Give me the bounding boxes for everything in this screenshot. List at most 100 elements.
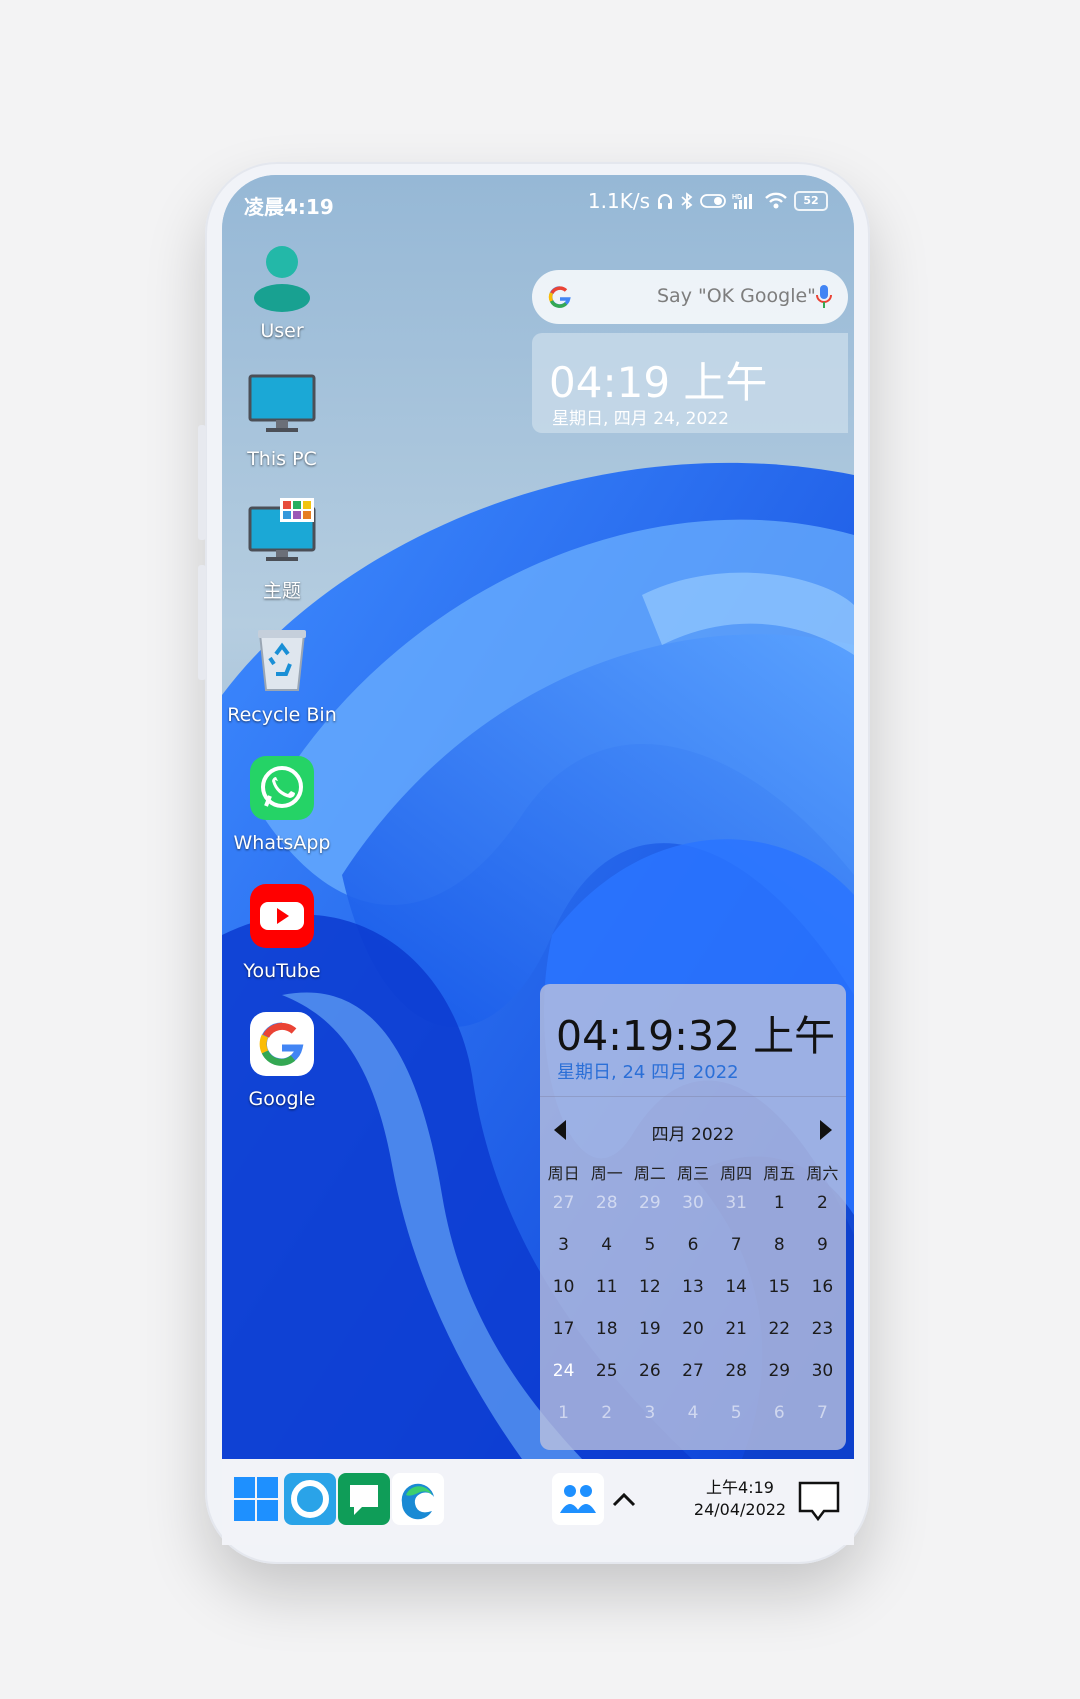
whatsapp-icon: [246, 752, 318, 824]
calendar-day[interactable]: 29: [628, 1182, 671, 1224]
calendar-day-label: 15: [768, 1277, 791, 1297]
calendar-day[interactable]: 28: [715, 1350, 758, 1392]
calendar-day[interactable]: 23: [801, 1308, 844, 1350]
calendar-day[interactable]: 16: [801, 1266, 844, 1308]
calendar-day[interactable]: 31: [715, 1182, 758, 1224]
google-g-icon: [548, 286, 571, 308]
calendar-day-label: 5: [644, 1235, 656, 1255]
messages-icon[interactable]: [338, 1473, 390, 1525]
desktop-icon-this-pc[interactable]: This PC: [222, 368, 342, 470]
desktop-icon-label: YouTube: [243, 960, 321, 982]
wifi-icon: [765, 192, 787, 209]
calendar-day[interactable]: 3: [628, 1392, 671, 1434]
calendar-day[interactable]: 4: [671, 1392, 714, 1434]
desktop-icon-label: This PC: [247, 448, 317, 470]
calendar-day-label: 8: [773, 1235, 785, 1255]
cortana-icon[interactable]: [284, 1473, 336, 1525]
calendar-day[interactable]: 29: [758, 1350, 801, 1392]
calendar-day-label: 28: [595, 1193, 618, 1213]
youtube-icon: [246, 880, 318, 952]
calendar-day[interactable]: 8: [758, 1224, 801, 1266]
desktop-icon-theme[interactable]: 主题: [222, 496, 342, 603]
desktop-icon-recycle-bin[interactable]: Recycle Bin: [222, 624, 342, 726]
calendar-day[interactable]: 26: [628, 1350, 671, 1392]
calendar-day-label: 21: [725, 1319, 747, 1339]
calendar-day-label: 31: [725, 1193, 747, 1213]
calendar-day-label: 30: [811, 1361, 834, 1381]
calendar-day[interactable]: 5: [628, 1224, 671, 1266]
calendar-date-link[interactable]: 星期日, 24 四月 2022: [557, 1058, 739, 1084]
desktop-icon-whatsapp[interactable]: WhatsApp: [222, 752, 342, 854]
calendar-day-label: 2: [601, 1403, 613, 1423]
weekday-label: 周五: [763, 1164, 796, 1183]
chevron-up-icon[interactable]: [606, 1473, 642, 1525]
calendar-day[interactable]: 24: [542, 1350, 586, 1392]
windows-start-icon[interactable]: [230, 1473, 282, 1525]
calendar-day[interactable]: 15: [758, 1266, 801, 1308]
calendar-day[interactable]: 12: [628, 1266, 671, 1308]
calendar-day[interactable]: 21: [715, 1308, 758, 1350]
calendar-day[interactable]: 6: [758, 1392, 801, 1434]
calendar-day[interactable]: 5: [715, 1392, 758, 1434]
taskbar-clock[interactable]: 上午4:19 24/04/2022: [684, 1477, 796, 1521]
calendar-day[interactable]: 19: [628, 1308, 671, 1350]
desktop-icon-label: Google: [248, 1088, 316, 1110]
calendar-day[interactable]: 1: [758, 1182, 801, 1224]
bluetooth-icon: [681, 192, 693, 210]
calendar-day[interactable]: 3: [542, 1224, 585, 1266]
calendar-day[interactable]: 2: [585, 1392, 628, 1434]
people-icon[interactable]: [552, 1473, 604, 1525]
calendar-day[interactable]: 25: [585, 1350, 628, 1392]
calendar-day[interactable]: 20: [671, 1308, 714, 1350]
edge-icon[interactable]: [392, 1473, 444, 1525]
calendar-day[interactable]: 7: [715, 1224, 758, 1266]
clock-widget[interactable]: 04:19 上午 星期日, 四月 24, 2022: [532, 333, 848, 433]
desktop-icon-youtube[interactable]: YouTube: [222, 880, 342, 982]
calendar-day[interactable]: 27: [671, 1350, 714, 1392]
microphone-icon[interactable]: [815, 284, 833, 310]
taskbar-time: 上午4:19: [706, 1478, 774, 1497]
desktop-icon-user[interactable]: User: [222, 240, 342, 342]
calendar-day-label: 1: [558, 1403, 569, 1423]
calendar-day-grid: 27 28 29 30 31 1 2 3 4 5 6 7 8 9 10 11 12 13 14 15 16 17 18 19 2…: [542, 1182, 844, 1434]
google-search-bar[interactable]: Say "OK Google": [532, 270, 848, 324]
calendar-day[interactable]: 28: [585, 1182, 628, 1224]
calendar-day-label: 3: [644, 1403, 656, 1423]
calendar-day[interactable]: 22: [758, 1308, 801, 1350]
battery-icon: 52: [794, 191, 828, 211]
calendar-divider: [540, 1096, 846, 1097]
calendar-weekday-header: 周日 周一 周二 周三 周四 周五 周六: [542, 1160, 844, 1184]
calendar-day[interactable]: 6: [671, 1224, 714, 1266]
calendar-day[interactable]: 9: [801, 1224, 844, 1266]
desktop-icon-google[interactable]: Google: [222, 1008, 342, 1110]
calendar-day[interactable]: 10: [542, 1266, 585, 1308]
calendar-day[interactable]: 4: [585, 1224, 628, 1266]
calendar-day[interactable]: 30: [801, 1350, 844, 1392]
calendar-day-label: 3: [558, 1235, 569, 1255]
theme-icon: [246, 496, 318, 568]
desktop-icon-label: Recycle Bin: [227, 704, 337, 726]
taskbar: 上午4:19 24/04/2022: [222, 1459, 854, 1545]
calendar-day[interactable]: 2: [801, 1182, 844, 1224]
calendar-day[interactable]: 1: [542, 1392, 585, 1434]
calendar-day-label: 18: [595, 1319, 618, 1339]
calendar-day-label: 26: [639, 1361, 661, 1381]
calendar-day-label: 6: [687, 1235, 699, 1255]
calendar-flyout: 04:19:32 上午 星期日, 24 四月 2022 四月 2022 周日 周…: [540, 984, 846, 1450]
next-month-button[interactable]: [820, 1120, 832, 1140]
calendar-day[interactable]: 30: [671, 1182, 714, 1224]
notification-center-icon[interactable]: [794, 1473, 844, 1525]
calendar-day[interactable]: 7: [801, 1392, 844, 1434]
calendar-day-label: 10: [552, 1277, 575, 1297]
calendar-day[interactable]: 11: [585, 1266, 628, 1308]
toggle-icon: [700, 194, 726, 208]
calendar-day-label: 11: [595, 1277, 618, 1297]
calendar-day[interactable]: 27: [542, 1182, 585, 1224]
calendar-day[interactable]: 17: [542, 1308, 585, 1350]
calendar-month-title[interactable]: 四月 2022: [540, 1120, 846, 1145]
weekday-label: 周二: [633, 1164, 666, 1183]
calendar-day[interactable]: 13: [671, 1266, 714, 1308]
weekday-label: 周一: [590, 1164, 623, 1183]
calendar-day[interactable]: 18: [585, 1308, 628, 1350]
calendar-day[interactable]: 14: [715, 1266, 758, 1308]
